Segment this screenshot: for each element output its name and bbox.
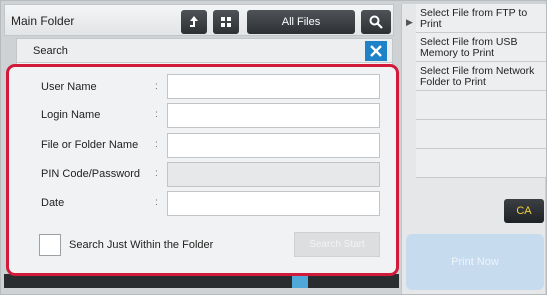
login-name-label: Login Name <box>41 109 101 121</box>
within-folder-checkbox[interactable] <box>39 234 61 256</box>
background-bottom-bar <box>4 274 399 288</box>
empty-list-item <box>416 120 546 149</box>
empty-list-item <box>416 149 546 178</box>
ftp-print-item[interactable]: Select File from FTP to Print <box>416 4 546 33</box>
empty-list-item <box>416 91 546 120</box>
thumbnail-view-button[interactable] <box>213 10 239 34</box>
action-list: Select File from FTP to Print Select Fil… <box>416 4 546 178</box>
all-files-button[interactable]: All Files <box>247 10 355 34</box>
usb-print-item[interactable]: Select File from USB Memory to Print <box>416 33 546 62</box>
pin-code-label: PIN Code/Password <box>41 168 141 180</box>
field-separator: : <box>155 197 158 208</box>
search-start-button: Search Start <box>294 232 380 257</box>
dialog-header: Search <box>17 39 392 63</box>
search-icon <box>369 15 383 29</box>
date-input[interactable] <box>167 191 380 216</box>
file-folder-name-input[interactable] <box>167 133 380 158</box>
grid-icon <box>221 17 231 27</box>
network-print-item[interactable]: Select File from Network Folder to Print <box>416 62 546 91</box>
top-bar: Main Folder All Files <box>4 4 394 36</box>
user-name-label: User Name <box>41 81 97 93</box>
right-panel: ▶ Select File from FTP to Print Select F… <box>401 4 546 294</box>
dialog-title: Search <box>33 45 68 57</box>
screen-frame: Main Folder All Files ▶ Select File from… <box>0 0 547 295</box>
field-separator: : <box>155 168 158 179</box>
login-name-input[interactable] <box>167 103 380 128</box>
field-separator: : <box>155 109 158 120</box>
file-folder-name-label: File or Folder Name <box>41 139 139 151</box>
date-label: Date <box>41 197 65 209</box>
folder-up-button[interactable] <box>181 10 207 34</box>
close-icon <box>370 45 382 57</box>
field-separator: : <box>155 81 158 92</box>
clear-all-button[interactable]: CA <box>504 199 544 223</box>
folder-up-icon <box>190 16 198 27</box>
field-separator: : <box>155 139 158 150</box>
close-button[interactable] <box>365 41 387 61</box>
within-folder-label: Search Just Within the Folder <box>69 239 214 251</box>
status-indicator <box>292 274 308 288</box>
search-button[interactable] <box>361 10 391 34</box>
folder-title: Main Folder <box>11 14 75 28</box>
pin-code-input <box>167 162 380 187</box>
play-icon: ▶ <box>406 17 413 27</box>
user-name-input[interactable] <box>167 74 380 99</box>
print-now-button[interactable]: Print Now <box>406 234 544 290</box>
